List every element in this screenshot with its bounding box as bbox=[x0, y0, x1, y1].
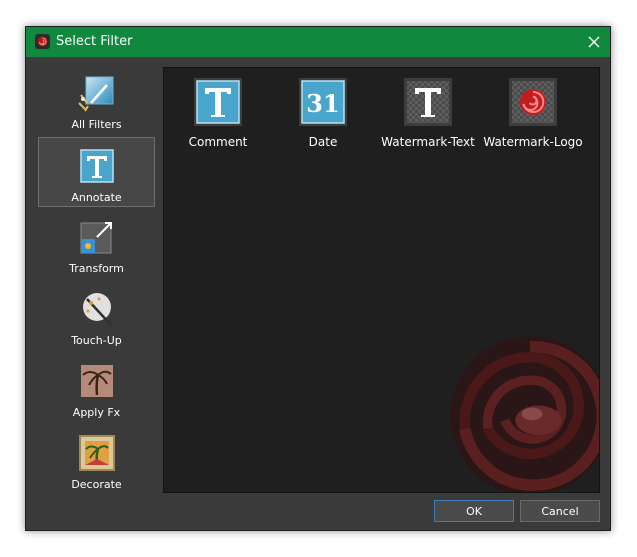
filter-watermark-logo[interactable]: Watermark-Logo bbox=[481, 76, 585, 156]
close-button[interactable] bbox=[578, 27, 610, 57]
watermark-t-icon bbox=[404, 78, 452, 126]
framed-palm-icon bbox=[78, 435, 115, 471]
dialog-title: Select Filter bbox=[56, 34, 133, 49]
category-label: Annotate bbox=[71, 191, 122, 204]
text-t-icon bbox=[194, 78, 242, 126]
filter-date[interactable]: 31 Date bbox=[271, 76, 375, 156]
category-touch-up[interactable]: Touch-Up bbox=[38, 281, 155, 351]
title-bar[interactable]: Select Filter bbox=[26, 27, 610, 57]
wand-sparkle-icon bbox=[82, 293, 112, 326]
filter-label: Watermark-Logo bbox=[483, 135, 583, 149]
filter-comment[interactable]: Comment bbox=[166, 76, 270, 156]
category-apply-fx[interactable]: Apply Fx bbox=[38, 353, 155, 423]
category-all-filters[interactable]: All Filters bbox=[38, 65, 155, 135]
app-logo-icon bbox=[35, 34, 50, 49]
category-label: All Filters bbox=[71, 118, 122, 131]
ok-button[interactable]: OK bbox=[434, 500, 514, 522]
category-label: Touch-Up bbox=[71, 334, 122, 347]
filter-label: Watermark-Text bbox=[381, 135, 475, 149]
text-t-icon bbox=[79, 149, 114, 183]
filter-label: Date bbox=[308, 135, 338, 149]
category-label: Transform bbox=[69, 262, 124, 275]
close-icon bbox=[588, 36, 600, 48]
filter-watermark-text[interactable]: Watermark-Text bbox=[376, 76, 480, 156]
palm-tree-icon bbox=[80, 365, 113, 397]
calendar-31-icon: 31 bbox=[299, 78, 347, 126]
watermark-logo-icon bbox=[509, 78, 557, 126]
category-annotate[interactable]: Annotate bbox=[38, 137, 155, 207]
filter-label: Comment bbox=[188, 135, 248, 149]
watermark-swirl-icon bbox=[450, 336, 599, 492]
select-filter-dialog: Select Filter All Filters Annotate Trans… bbox=[25, 26, 611, 531]
category-label: Decorate bbox=[71, 478, 122, 491]
category-transform[interactable]: Transform bbox=[38, 209, 155, 279]
cancel-button[interactable]: Cancel bbox=[520, 500, 600, 522]
svg-text:31: 31 bbox=[306, 89, 339, 118]
category-label: Apply Fx bbox=[72, 406, 121, 419]
filter-panel: Comment 31 Date Watermark-Text Watermark… bbox=[163, 67, 600, 493]
resize-arrow-icon bbox=[80, 222, 112, 254]
category-sidebar: All Filters Annotate Transform Touch-Up … bbox=[34, 65, 161, 533]
magic-wand-icon bbox=[77, 76, 113, 112]
category-decorate[interactable]: Decorate bbox=[38, 425, 155, 495]
